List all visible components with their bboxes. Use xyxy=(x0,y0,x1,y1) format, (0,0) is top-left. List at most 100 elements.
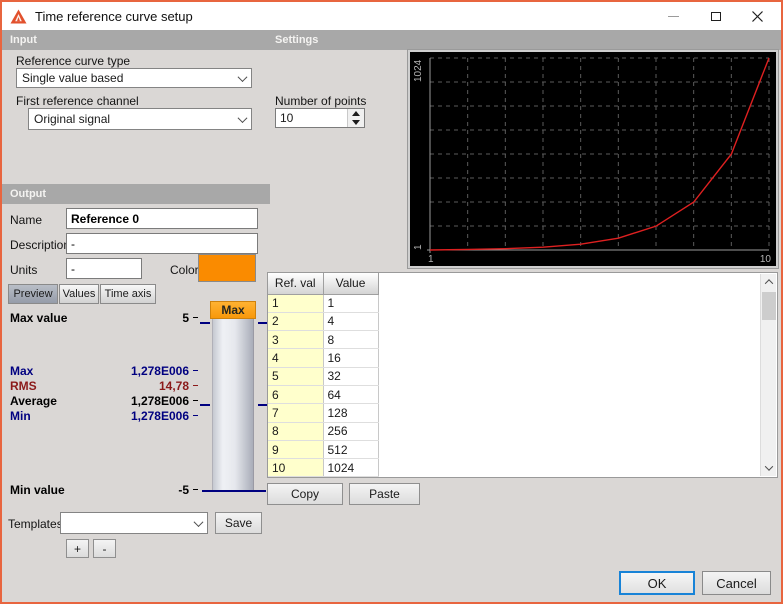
reference-curve-type-select[interactable]: Single value based xyxy=(16,68,252,88)
svg-text:1024: 1024 xyxy=(413,59,424,82)
minimize-icon xyxy=(667,15,679,17)
tab-time-axis[interactable]: Time axis xyxy=(100,284,156,304)
minimize-button[interactable] xyxy=(655,2,691,30)
window-title: Time reference curve setup xyxy=(35,8,193,24)
paste-button[interactable]: Paste xyxy=(349,483,420,505)
ref-val-cell[interactable]: 10 xyxy=(268,458,324,477)
table-row[interactable]: 4 16 xyxy=(268,348,379,368)
name-label: Name xyxy=(10,213,43,227)
section-settings-label: Settings xyxy=(275,34,319,46)
chevron-down-icon xyxy=(237,71,247,82)
table-scrollbar[interactable] xyxy=(760,274,776,476)
stat-row-max: Max 1,278E006 xyxy=(10,363,198,378)
value-cell[interactable]: 256 xyxy=(323,422,379,441)
table-row[interactable]: 10 1024 xyxy=(268,458,379,477)
table-row[interactable]: 38 xyxy=(268,330,379,350)
spin-down-button[interactable] xyxy=(348,118,364,127)
value-cell[interactable]: 1 xyxy=(323,294,379,313)
output-header-bar: Output xyxy=(2,184,270,204)
value-cell[interactable]: 4 xyxy=(323,312,379,332)
chevron-down-icon xyxy=(193,516,203,527)
section-input-label: Input xyxy=(10,34,37,46)
tick-dash xyxy=(193,489,198,490)
ref-val-cell[interactable]: 9 xyxy=(268,440,324,460)
tick-dash xyxy=(193,385,198,386)
table-row[interactable]: 9 512 xyxy=(268,440,379,460)
value-cell[interactable]: 16 xyxy=(323,348,379,368)
stat-value: 14,78 xyxy=(158,378,189,393)
value-cell[interactable]: 8 xyxy=(323,330,379,350)
add-template-button[interactable]: + xyxy=(66,539,89,558)
arrow-up-icon xyxy=(352,111,360,116)
column-header-ref-val[interactable]: Ref. val xyxy=(268,273,324,295)
number-of-points-label: Number of points xyxy=(275,94,367,108)
bar-max-tag[interactable]: Max xyxy=(210,301,256,319)
table-row[interactable]: 8 256 xyxy=(268,422,379,441)
tick-dash xyxy=(193,317,198,318)
first-reference-channel-value: Original signal xyxy=(34,112,111,126)
value-cell[interactable]: 32 xyxy=(323,367,379,386)
preview-level-bar[interactable] xyxy=(212,319,254,492)
description-field[interactable] xyxy=(66,233,258,254)
value-cell[interactable]: 512 xyxy=(323,440,379,460)
maximize-button[interactable] xyxy=(698,2,734,30)
stat-row-min: Min 1,278E006 xyxy=(10,408,198,423)
min-value-row: Min value -5 xyxy=(10,482,198,497)
templates-select[interactable] xyxy=(60,512,208,534)
svg-text:1: 1 xyxy=(428,254,434,265)
tick-dash xyxy=(193,370,198,371)
stat-label: RMS xyxy=(10,378,37,393)
svg-text:1: 1 xyxy=(413,244,424,250)
ref-val-cell[interactable]: 8 xyxy=(268,422,324,441)
value-cell[interactable]: 64 xyxy=(323,385,379,405)
ref-val-cell[interactable]: 4 xyxy=(268,348,324,368)
table-row[interactable]: 6 64 xyxy=(268,385,379,405)
save-button[interactable]: Save xyxy=(215,512,262,534)
average-level-mark xyxy=(200,404,210,406)
tab-values[interactable]: Values xyxy=(59,284,99,304)
ref-val-cell[interactable]: 2 xyxy=(268,312,324,332)
scroll-down-button[interactable] xyxy=(761,460,777,476)
stat-row-rms: RMS 14,78 xyxy=(10,378,198,393)
ok-button[interactable]: OK xyxy=(619,571,695,595)
reference-curve-chart: 1 10 1 1024 xyxy=(408,50,778,268)
ref-val-cell[interactable]: 3 xyxy=(268,330,324,350)
dialog-window: Time reference curve setup Input Setting… xyxy=(0,0,783,604)
templates-label: Templates xyxy=(8,517,63,531)
spin-up-button[interactable] xyxy=(348,109,364,118)
value-cell[interactable]: 128 xyxy=(323,403,379,423)
stat-value: 1,278E006 xyxy=(130,363,189,378)
max-value-row: Max value 5 xyxy=(10,310,198,325)
max-level-mark xyxy=(200,322,210,324)
chevron-down-icon xyxy=(764,462,774,471)
scrollbar-thumb[interactable] xyxy=(762,292,776,320)
first-reference-channel-select[interactable]: Original signal xyxy=(28,108,252,130)
stat-row-average: Average 1,278E006 xyxy=(10,393,198,408)
ref-val-cell[interactable]: 1 xyxy=(268,294,324,313)
chevron-up-icon xyxy=(764,279,774,288)
value-cell[interactable]: 1024 xyxy=(323,458,379,477)
stat-label: Max xyxy=(10,363,34,378)
stat-value: 1,278E006 xyxy=(130,393,189,408)
column-header-value[interactable]: Value xyxy=(323,273,379,295)
remove-template-button[interactable]: - xyxy=(93,539,116,558)
tick-dash xyxy=(193,400,198,401)
units-field[interactable] xyxy=(66,258,142,279)
color-swatch[interactable] xyxy=(198,254,256,282)
number-of-points-stepper[interactable]: 10 xyxy=(275,108,365,128)
table-row[interactable]: 7 128 xyxy=(268,403,379,423)
ref-val-cell[interactable]: 7 xyxy=(268,403,324,423)
ref-val-cell[interactable]: 6 xyxy=(268,385,324,405)
table-row[interactable]: 24 xyxy=(268,312,379,332)
table-row[interactable]: 11 xyxy=(268,294,379,313)
scroll-up-button[interactable] xyxy=(761,274,777,290)
name-field[interactable] xyxy=(66,208,258,229)
ref-val-cell[interactable]: 5 xyxy=(268,367,324,386)
table-row[interactable]: 5 32 xyxy=(268,367,379,386)
tab-preview[interactable]: Preview xyxy=(8,284,58,304)
close-button[interactable] xyxy=(739,2,775,30)
stat-label: Average xyxy=(10,393,57,408)
copy-button[interactable]: Copy xyxy=(267,483,343,505)
cancel-button[interactable]: Cancel xyxy=(702,571,771,595)
maximize-icon xyxy=(711,11,721,21)
